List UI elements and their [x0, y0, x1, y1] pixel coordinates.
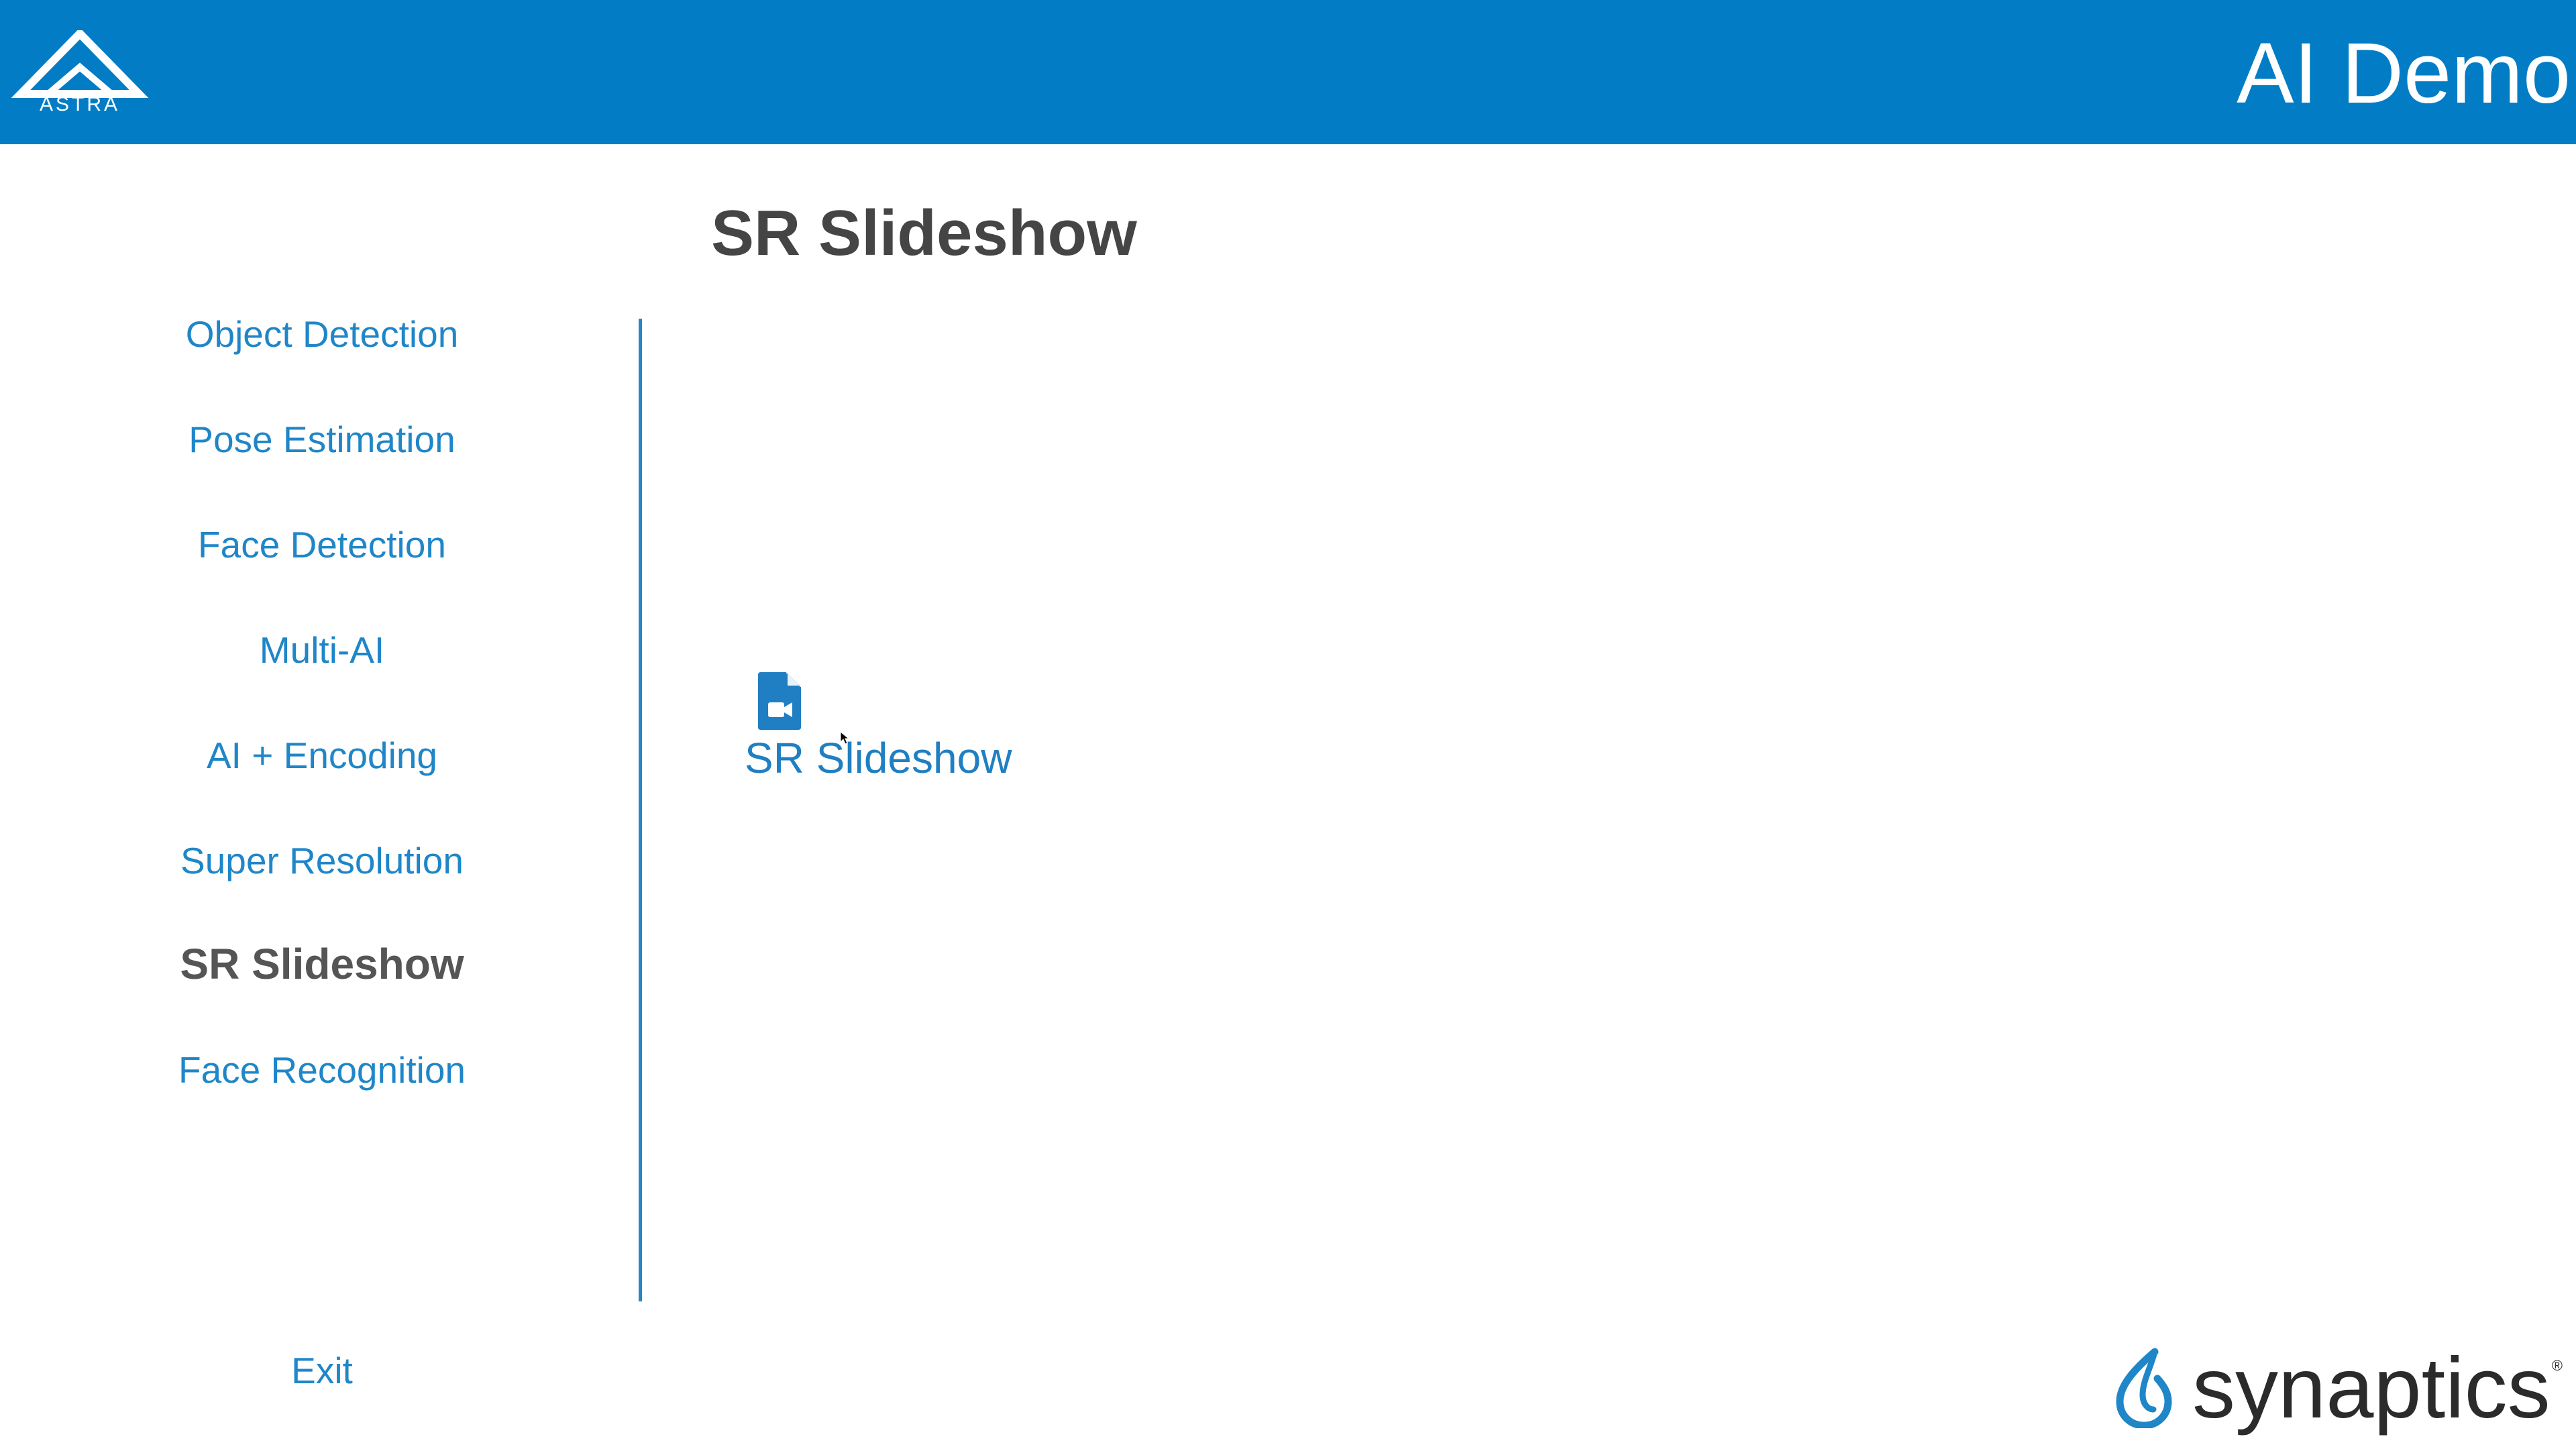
sidebar-item-object-detection[interactable]: Object Detection	[0, 297, 644, 371]
page-title: SR Slideshow	[711, 197, 1137, 269]
sidebar-item-super-resolution[interactable]: Super Resolution	[0, 824, 644, 898]
app-title: AI Demo	[2237, 25, 2571, 121]
sidebar-item-pose-estimation[interactable]: Pose Estimation	[0, 402, 644, 476]
app-window: ASTRA AI Demo SR Slideshow Object Detect…	[0, 0, 2576, 1449]
file-item-label: SR Slideshow	[745, 734, 1012, 782]
sidebar-nav: Object Detection Pose Estimation Face De…	[0, 0, 644, 1449]
sidebar-divider	[639, 319, 642, 1301]
brand-registered-mark: ®	[2551, 1357, 2563, 1374]
file-item-sr-slideshow[interactable]: SR Slideshow	[745, 664, 1040, 798]
mouse-cursor-icon	[840, 731, 849, 745]
video-file-icon	[758, 672, 801, 730]
sidebar-item-face-detection[interactable]: Face Detection	[0, 508, 644, 582]
sidebar-item-sr-slideshow[interactable]: SR Slideshow	[0, 927, 644, 1001]
sidebar-item-face-recognition[interactable]: Face Recognition	[0, 1033, 644, 1107]
sidebar-item-ai-encoding[interactable]: AI + Encoding	[0, 718, 644, 792]
synaptics-logo: synaptics ®	[2113, 1345, 2563, 1432]
brand-name: synaptics	[2192, 1340, 2551, 1436]
synaptics-drop-icon	[2116, 1348, 2172, 1428]
sidebar-item-multi-ai[interactable]: Multi-AI	[0, 613, 644, 687]
exit-button[interactable]: Exit	[0, 1334, 644, 1407]
